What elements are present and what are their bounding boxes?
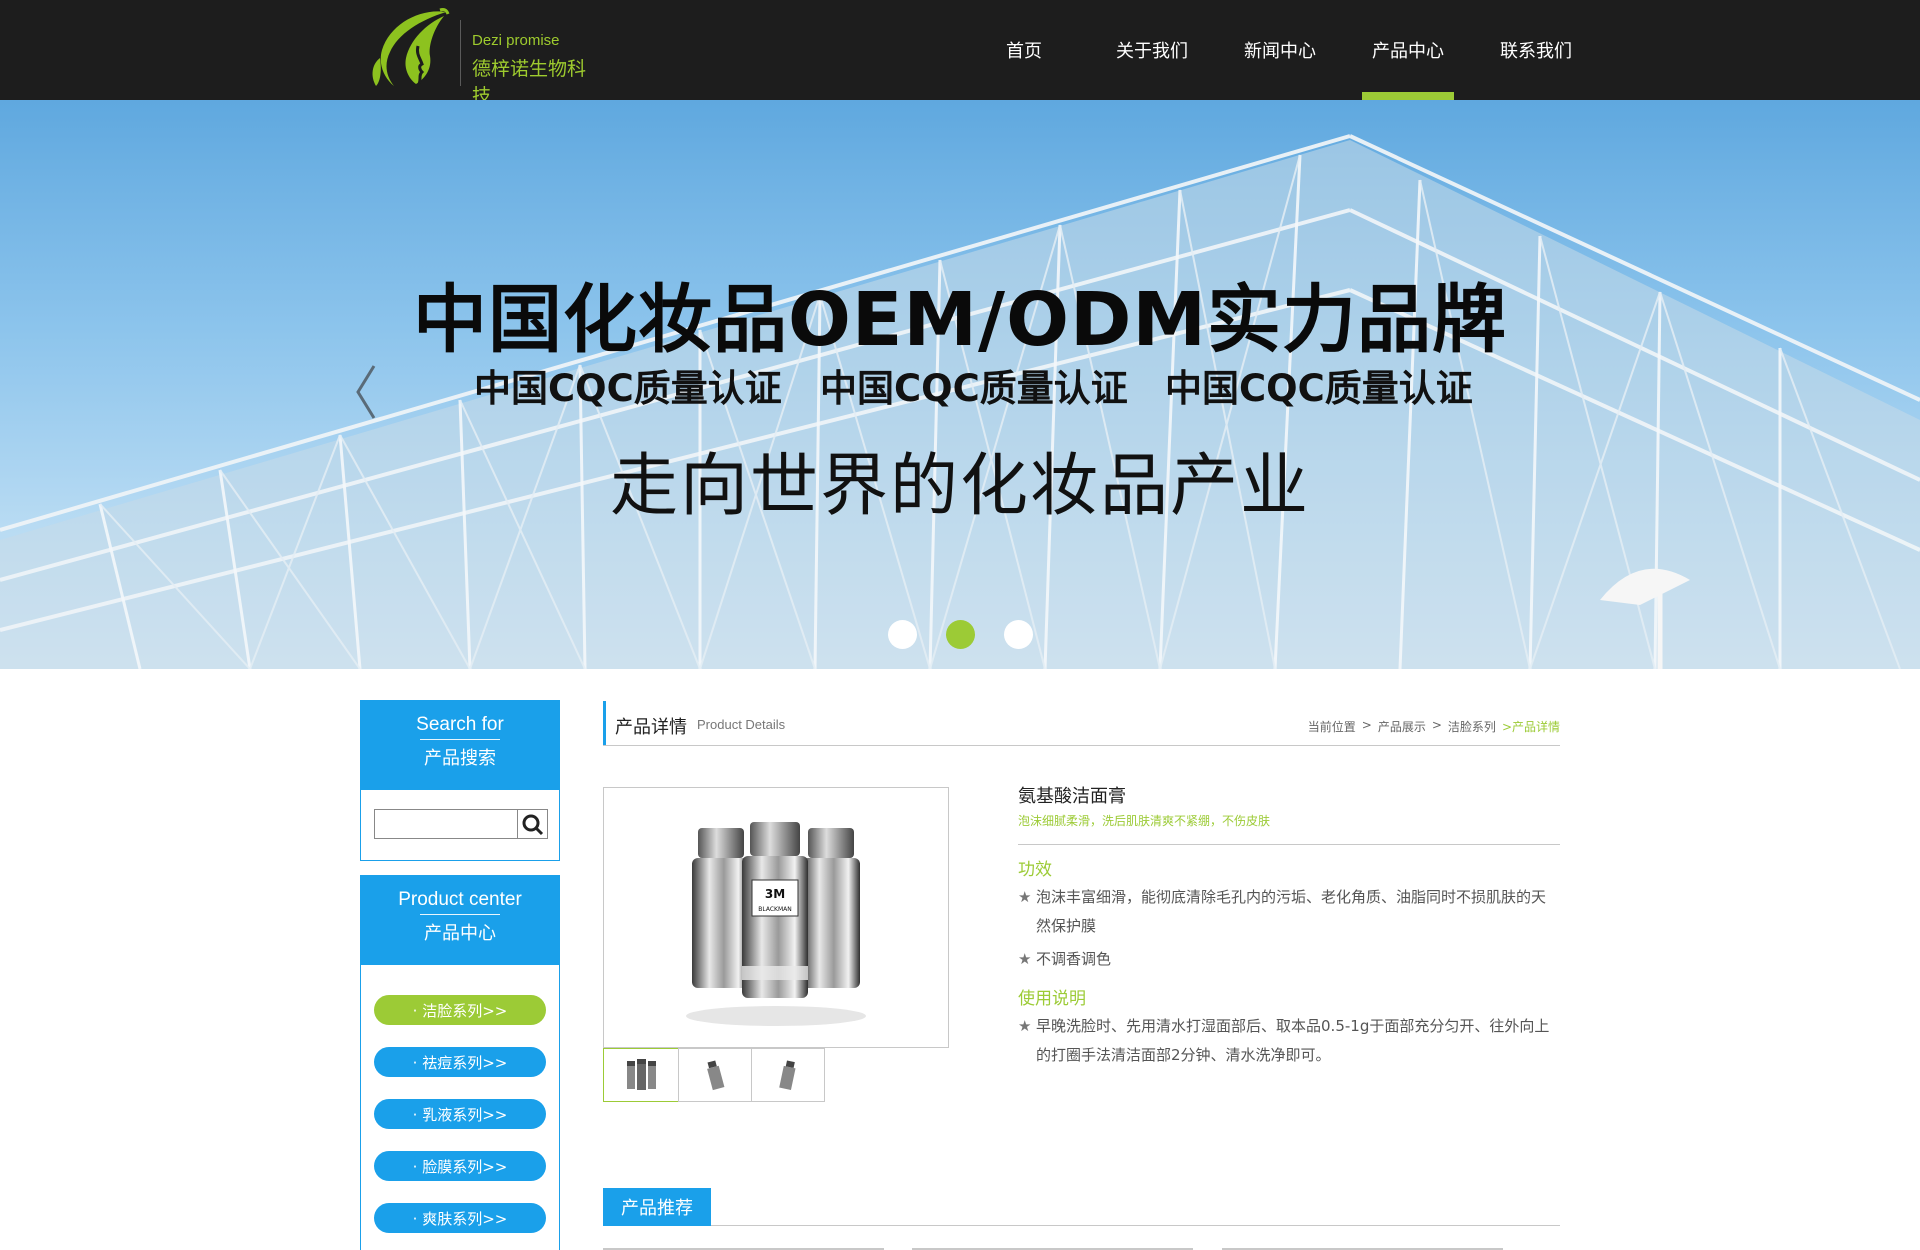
leaf-face-logo-icon — [372, 8, 450, 87]
recommend-heading: 产品推荐 — [603, 1188, 1560, 1226]
nav-home[interactable]: 首页 — [960, 0, 1088, 100]
product-thumbnail-1[interactable] — [603, 1048, 679, 1102]
category-toner[interactable]: · 爽肤系列>> — [374, 1203, 546, 1233]
detail-title-en: Product Details — [697, 717, 786, 732]
product-info: 氨基酸洁面膏 泡沫细腻柔滑，洗后肌肤清爽不紧绷，不伤皮肤 功效 ★ 泡沫丰富细滑… — [1018, 783, 1560, 1070]
product-center-header: Product center 产品中心 — [360, 875, 560, 965]
banner-pagination — [888, 620, 1033, 649]
logo[interactable]: Dezi promise 德梓诺生物科技 — [360, 6, 600, 107]
nav-news[interactable]: 新闻中心 — [1216, 0, 1344, 100]
bottle-label-3m: 3M — [765, 887, 785, 901]
logo-separator — [460, 20, 461, 86]
product-main-image: 3M BLACKMAN — [603, 787, 949, 1048]
recommend-tab[interactable]: 产品推荐 — [603, 1188, 711, 1226]
breadcrumb-current-location: 当前位置 — [1307, 720, 1356, 734]
effect-heading: 功效 — [1018, 860, 1052, 880]
banner-subline-2: 中国CQC质量认证 — [820, 367, 1128, 410]
divider — [420, 739, 500, 740]
site-header: Dezi promise 德梓诺生物科技 首页 关于我们 新闻中心 产品中心 联… — [0, 0, 1920, 107]
breadcrumb-separator: > — [1431, 718, 1442, 732]
breadcrumb-separator: > — [1361, 718, 1372, 732]
banner-dot-3[interactable] — [1004, 620, 1033, 649]
breadcrumb-products[interactable]: 产品展示 — [1378, 718, 1426, 735]
search-icon — [522, 814, 544, 836]
heading-accent-bar — [603, 701, 606, 745]
breadcrumb: 当前位置 > 产品展示 > 洁脸系列 >产品详情 — [1308, 718, 1560, 735]
star-icon: ★ — [1018, 950, 1032, 968]
usage-item: ★ 早晚洗脸时、先用清水打湿面部后、取本品0.5-1g于面部充分匀开、往外向上的… — [1018, 1012, 1560, 1070]
perfume-bottles-image: 3M BLACKMAN — [686, 822, 866, 1026]
search-title-cn: 产品搜索 — [424, 748, 496, 769]
usage-text: 早晚洗脸时、先用清水打湿面部后、取本品0.5-1g于面部充分匀开、往外向上的打圈… — [1036, 1017, 1550, 1064]
category-acne[interactable]: · 祛痘系列>> — [374, 1047, 546, 1077]
search-panel — [360, 790, 560, 861]
divider — [420, 914, 500, 915]
effect-item: ★ 泡沫丰富细滑，能彻底清除毛孔内的污垢、老化角质、油脂同时不损肌肤的天然保护膜 — [1018, 883, 1560, 941]
banner-dot-1[interactable] — [888, 620, 917, 649]
category-mask[interactable]: · 脸膜系列>> — [374, 1151, 546, 1181]
banner-tagline: 走向世界的化妆品产业 — [609, 447, 1310, 526]
star-icon: ★ — [1018, 1017, 1032, 1035]
bottle-thumb-image — [707, 1060, 725, 1091]
product-slogan: 泡沫细腻柔滑，洗后肌肤清爽不紧绷，不伤皮肤 — [1018, 811, 1560, 845]
search-input[interactable] — [374, 809, 518, 839]
main-nav: 首页 关于我们 新闻中心 产品中心 联系我们 — [960, 0, 1600, 100]
usage-heading: 使用说明 — [1018, 989, 1086, 1009]
product-center-title-cn: 产品中心 — [424, 923, 496, 944]
category-lotion[interactable]: · 乳液系列>> — [374, 1099, 546, 1129]
banner-subline-1: 中国CQC质量认证 — [474, 367, 782, 410]
nav-about[interactable]: 关于我们 — [1088, 0, 1216, 100]
banner-headline: 中国化妆品OEM/ODM实力品牌 — [412, 277, 1508, 363]
product-thumbnails — [603, 1048, 825, 1102]
effect-item: ★ 不调香调色 — [1018, 945, 1560, 974]
hero-banner: 中国化妆品OEM/ODM实力品牌 中国CQC质量认证 中国CQC质量认证 中国C… — [0, 100, 1920, 669]
effect-text: 泡沫丰富细滑，能彻底清除毛孔内的污垢、老化角质、油脂同时不损肌肤的天然保护膜 — [1036, 888, 1547, 935]
product-thumbnail-3[interactable] — [751, 1048, 825, 1102]
detail-title-cn: 产品详情 — [615, 717, 687, 738]
nav-contact[interactable]: 联系我们 — [1472, 0, 1600, 100]
product-thumbnail-2[interactable] — [678, 1048, 752, 1102]
breadcrumb-cleanser[interactable]: 洁脸系列 — [1448, 718, 1496, 735]
product-name: 氨基酸洁面膏 — [1018, 786, 1126, 807]
nav-products[interactable]: 产品中心 — [1344, 0, 1472, 100]
brand-name-en: Dezi promise — [472, 32, 560, 49]
bottle-thumb-image — [779, 1060, 796, 1090]
banner-subline-3: 中国CQC质量认证 — [1165, 367, 1473, 410]
search-panel-header: Search for 产品搜索 — [360, 700, 560, 790]
bottle-label-brand: BLACKMAN — [758, 906, 792, 913]
product-center-title-en: Product center — [398, 889, 522, 910]
bottles-thumb-image — [627, 1059, 656, 1090]
product-detail-heading: 产品详情 Product Details 当前位置 > 产品展示 > 洁脸系列 … — [603, 701, 1560, 746]
breadcrumb-detail: >产品详情 — [1501, 720, 1560, 734]
search-button[interactable] — [518, 809, 548, 839]
chevron-left-icon[interactable] — [352, 362, 382, 422]
star-icon: ★ — [1018, 888, 1032, 906]
category-cleanser[interactable]: · 洁脸系列>> — [374, 995, 546, 1025]
banner-dot-2[interactable] — [946, 620, 975, 649]
effect-text: 不调香调色 — [1036, 950, 1112, 968]
category-list: · 洁脸系列>> · 祛痘系列>> · 乳液系列>> · 脸膜系列>> · 爽肤… — [360, 965, 560, 1250]
search-title-en: Search for — [416, 714, 504, 735]
